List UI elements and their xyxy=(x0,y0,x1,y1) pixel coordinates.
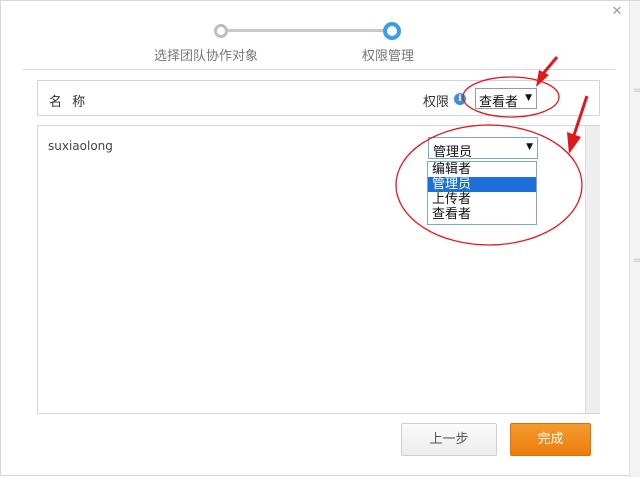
dropdown-arrow-icon: ▼ xyxy=(526,142,533,152)
permission-header-row: 名 称 权限 i 查看者 ▼ xyxy=(37,80,600,116)
dropdown-option-editor[interactable]: 编辑者 xyxy=(428,162,536,177)
background-mark: = xyxy=(633,255,640,266)
previous-step-button[interactable]: 上一步 xyxy=(401,423,497,456)
step-2-indicator xyxy=(383,22,401,40)
step-1-indicator xyxy=(214,24,228,38)
step-progress-line xyxy=(221,29,392,32)
step-divider xyxy=(23,69,615,70)
info-icon[interactable]: i xyxy=(454,93,466,105)
default-permission-value: 查看者 xyxy=(479,95,519,110)
name-column-header: 名 称 xyxy=(49,95,89,110)
step-2-label: 权限管理 xyxy=(362,49,415,64)
list-scrollbar[interactable] xyxy=(585,126,600,413)
permission-dialog: = = ✕ 选择团队协作对象 权限管理 名 称 权限 i 查看者 ▼ suxia… xyxy=(0,0,640,477)
background-page-strip xyxy=(629,1,640,477)
background-mark: = xyxy=(633,85,640,96)
member-permission-value: 管理员 xyxy=(433,145,473,160)
permission-column-header: 权限 xyxy=(423,95,450,110)
permission-dropdown-list: 编辑者 管理员 上传者 查看者 xyxy=(427,161,537,225)
dropdown-option-uploader[interactable]: 上传者 xyxy=(428,192,536,207)
default-permission-select[interactable]: 查看者 ▼ xyxy=(475,88,537,110)
member-name: suxiaolong xyxy=(48,139,113,153)
done-button[interactable]: 完成 xyxy=(510,423,591,456)
dropdown-arrow-icon: ▼ xyxy=(525,93,532,103)
step-1-label: 选择团队协作对象 xyxy=(154,49,259,64)
member-permission-select[interactable]: 管理员 ▼ xyxy=(428,137,538,160)
close-icon[interactable]: ✕ xyxy=(609,4,625,20)
dropdown-option-admin[interactable]: 管理员 xyxy=(428,177,536,192)
dropdown-option-viewer[interactable]: 查看者 xyxy=(428,207,536,222)
